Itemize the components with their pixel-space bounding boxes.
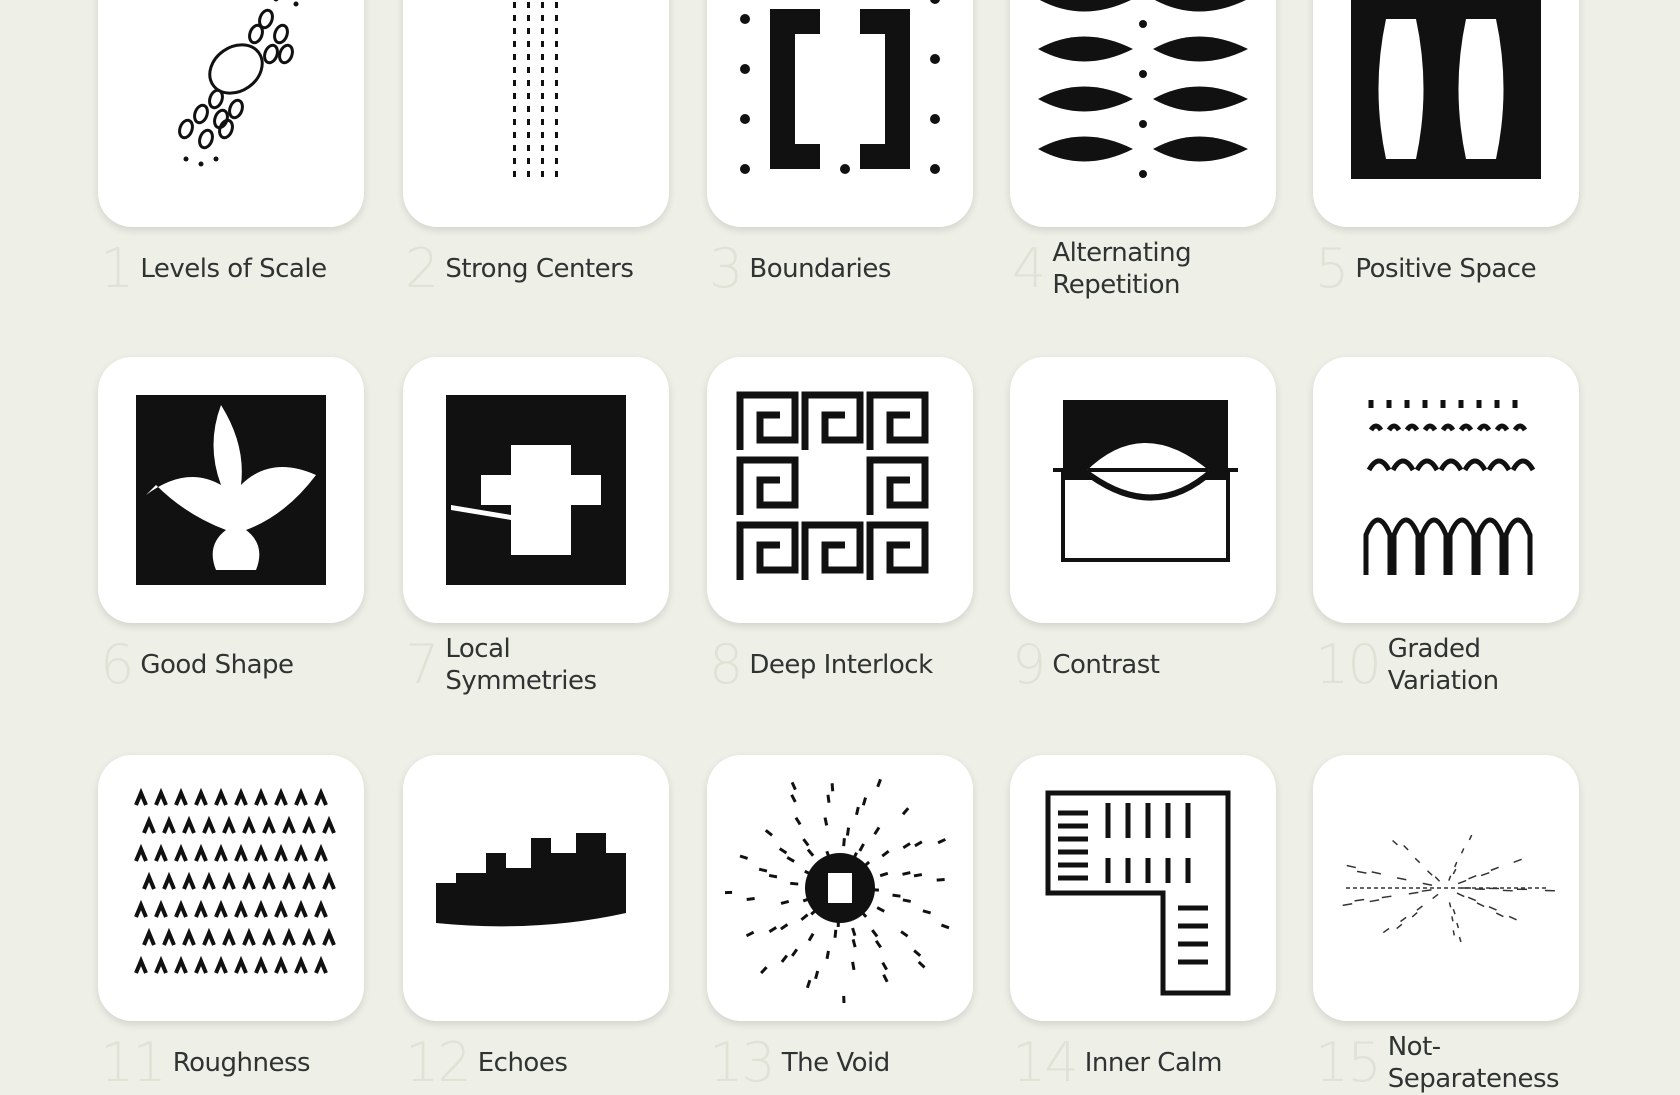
property-label: 13 The Void <box>707 1031 973 1095</box>
property-number: 6 <box>100 633 134 696</box>
property-number: 11 <box>100 1031 167 1094</box>
the-void-icon <box>725 778 950 1003</box>
property-card[interactable] <box>707 755 973 1021</box>
property-name: Alternating Repetition <box>1052 238 1192 300</box>
not-separateness-icon <box>1342 834 1555 943</box>
property-name: Contrast <box>1052 650 1160 680</box>
property-card[interactable] <box>707 0 973 227</box>
property-label: 4 Alternating Repetition <box>1010 237 1276 301</box>
property-label: 2 Strong Centers <box>403 237 669 301</box>
property-name: Positive Space <box>1355 254 1537 284</box>
property-number: 5 <box>1315 237 1349 300</box>
property-label: 11 Roughness <box>98 1031 364 1095</box>
property-label: 6 Good Shape <box>98 633 364 697</box>
graded-variation-icon <box>1363 400 1536 575</box>
roughness-icon <box>134 787 336 974</box>
levels-of-scale-icon <box>178 0 299 167</box>
property-label: 8 Deep Interlock <box>707 633 973 697</box>
positive-space-icon <box>1351 0 1541 179</box>
property-number: 7 <box>405 633 439 696</box>
boundaries-icon <box>740 0 940 174</box>
property-number: 10 <box>1315 633 1382 696</box>
strong-centers-icon <box>513 2 558 177</box>
contrast-icon <box>1053 400 1238 562</box>
property-number: 8 <box>709 633 743 696</box>
property-tile[interactable]: 7 Local Symmetries <box>403 357 669 697</box>
property-tile[interactable]: 13 The Void <box>707 755 973 1095</box>
property-label: 9 Contrast <box>1010 633 1276 697</box>
local-symmetries-icon <box>446 395 626 585</box>
property-tile[interactable]: 4 Alternating Repetition <box>1010 0 1276 301</box>
echoes-icon <box>436 833 626 927</box>
property-card[interactable] <box>98 0 364 227</box>
property-card[interactable] <box>403 0 669 227</box>
property-number: 14 <box>1012 1031 1079 1094</box>
property-label: 1 Levels of Scale <box>98 237 364 301</box>
property-name: Not-Separateness <box>1387 1032 1560 1094</box>
property-name: Graded Variation <box>1387 634 1499 696</box>
property-number: 13 <box>709 1031 776 1094</box>
property-tile[interactable]: 12 Echoes <box>403 755 669 1095</box>
property-name: Boundaries <box>749 254 891 284</box>
property-number: 1 <box>100 237 134 300</box>
property-card[interactable] <box>1313 357 1579 623</box>
property-card[interactable] <box>98 755 364 1021</box>
alternating-repetition-icon <box>1038 0 1248 178</box>
property-number: 12 <box>405 1031 472 1094</box>
property-name: Echoes <box>477 1048 568 1078</box>
property-label: 15 Not-Separateness <box>1313 1031 1579 1095</box>
property-number: 9 <box>1012 633 1046 696</box>
property-name: Local Symmetries <box>445 634 597 696</box>
property-card[interactable] <box>98 357 364 623</box>
property-card[interactable] <box>1313 755 1579 1021</box>
property-number: 3 <box>709 237 743 300</box>
property-tile[interactable]: 15 Not-Separateness <box>1313 755 1579 1095</box>
property-label: 3 Boundaries <box>707 237 973 301</box>
property-label: 14 Inner Calm <box>1010 1031 1276 1095</box>
property-tile[interactable]: 14 Inner Calm <box>1010 755 1276 1095</box>
property-label: 12 Echoes <box>403 1031 669 1095</box>
property-label: 10 Graded Variation <box>1313 633 1579 697</box>
property-number: 4 <box>1012 237 1046 300</box>
property-card[interactable] <box>1313 0 1579 227</box>
property-number: 15 <box>1315 1031 1382 1094</box>
property-card[interactable] <box>403 357 669 623</box>
property-name: Deep Interlock <box>749 650 933 680</box>
property-tile[interactable]: 3 Boundaries <box>707 0 973 301</box>
inner-calm-icon <box>1045 790 1231 996</box>
property-label: 7 Local Symmetries <box>403 633 669 697</box>
property-tile[interactable]: 10 Graded Variation <box>1313 357 1579 697</box>
good-shape-icon <box>136 395 326 585</box>
property-name: The Void <box>781 1048 891 1078</box>
deep-interlock-icon <box>736 391 929 580</box>
property-tile[interactable]: 5 Positive Space <box>1313 0 1579 301</box>
property-tile[interactable]: 11 Roughness <box>98 755 364 1095</box>
property-number: 2 <box>405 237 439 300</box>
property-card[interactable] <box>1010 357 1276 623</box>
property-tile[interactable]: 1 Levels of Scale <box>98 0 364 301</box>
property-card[interactable] <box>403 755 669 1021</box>
property-tile[interactable]: 6 Good Shape <box>98 357 364 697</box>
property-name: Roughness <box>172 1048 311 1078</box>
property-label: 5 Positive Space <box>1313 237 1579 301</box>
property-name: Strong Centers <box>445 254 634 284</box>
property-card[interactable] <box>1010 755 1276 1021</box>
property-name: Good Shape <box>140 650 294 680</box>
property-tile[interactable]: 9 Contrast <box>1010 357 1276 697</box>
property-card[interactable] <box>707 357 973 623</box>
property-name: Inner Calm <box>1084 1048 1223 1078</box>
property-tile[interactable]: 2 Strong Centers <box>403 0 669 301</box>
property-tile[interactable]: 8 Deep Interlock <box>707 357 973 697</box>
property-card[interactable] <box>1010 0 1276 227</box>
property-name: Levels of Scale <box>140 254 327 284</box>
